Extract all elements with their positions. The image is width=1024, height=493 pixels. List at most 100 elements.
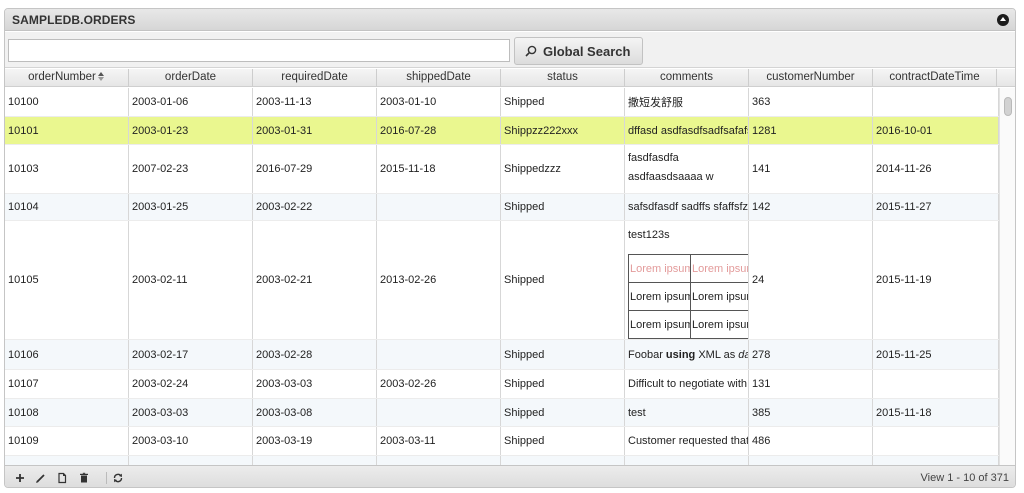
edit-icon[interactable]	[34, 471, 48, 485]
table-row[interactable]: 10108 2003-03-03 2003-03-08 Shipped test…	[5, 399, 999, 427]
global-search-button[interactable]: Global Search	[514, 37, 643, 65]
cell-comments: fasdfasdfa asdfaasdsaaaa w	[625, 145, 749, 193]
grid-titlebar: SAMPLEDB.ORDERS	[5, 9, 1015, 31]
header-label: status	[547, 71, 578, 83]
header-comments[interactable]: comments	[625, 69, 749, 87]
header-ordernumber[interactable]: orderNumber	[5, 69, 129, 87]
cell-requireddate: 2003-03-03	[253, 370, 377, 398]
table-row[interactable]: 10103 2007-02-23 2016-07-29 2015-11-18 S…	[5, 145, 999, 194]
cell-status: Shipped	[501, 194, 625, 220]
cell-orderdate: 2003-01-06	[129, 88, 253, 116]
cell-shippeddate: 2013-02-26	[377, 221, 501, 339]
search-input[interactable]	[8, 39, 510, 62]
collapse-icon[interactable]	[997, 14, 1009, 26]
add-icon[interactable]	[13, 471, 27, 485]
comment-italic-text: data	[738, 348, 748, 361]
cell-ordernumber: 10105	[5, 221, 129, 339]
table-row[interactable]: 10101 2003-01-23 2003-01-31 2016-07-28 S…	[5, 117, 999, 145]
refresh-icon[interactable]	[111, 471, 125, 485]
header-contractdatetime[interactable]: contractDateTime	[873, 69, 997, 87]
vertical-scrollbar[interactable]	[999, 88, 1015, 465]
grid-title: SAMPLEDB.ORDERS	[12, 13, 136, 27]
cell-comments: Foobar using XML as data	[625, 340, 749, 369]
header-orderdate[interactable]: orderDate	[129, 69, 253, 87]
cell-status: Shippzz222xxx	[501, 117, 625, 144]
comment-text: XML as	[695, 348, 739, 361]
comment-bold-text: using	[665, 348, 696, 361]
cell-ordernumber: 10108	[5, 399, 129, 426]
cell-requireddate: 2003-03-08	[253, 399, 377, 426]
comment-table-cell: Lorem ipsum	[628, 310, 691, 339]
cell-shippeddate: 2003-03-30	[377, 456, 501, 465]
cell-customernumber: 278	[749, 340, 873, 369]
cell-requireddate: 2003-02-21	[253, 221, 377, 339]
cell-status: Shipped	[501, 88, 625, 116]
cell-comments: dffasd asdfasdfsadfsafafsf	[625, 117, 749, 144]
global-search-label: Global Search	[543, 43, 631, 59]
cell-comments: safsdfasdf sadffs sfaffsfzzz	[625, 194, 749, 220]
table-row[interactable]: 10105 2003-02-11 2003-02-21 2013-02-26 S…	[5, 221, 999, 340]
table-row[interactable]: 10104 2003-01-25 2003-02-22 Shipped safs…	[5, 194, 999, 221]
cell-orderdate: 2007-02-23	[129, 145, 253, 193]
delete-icon[interactable]	[77, 471, 91, 485]
grid-body: 10100 2003-01-06 2003-11-13 2003-01-10 S…	[5, 88, 999, 465]
header-requireddate[interactable]: requiredDate	[253, 69, 377, 87]
cell-orderdate: 2003-03-25	[129, 456, 253, 465]
cell-customernumber: 486	[749, 427, 873, 455]
cell-customernumber: 385	[749, 399, 873, 426]
header-shippeddate[interactable]: shippedDate	[377, 69, 501, 87]
comment-table-cell: Lorem ipsum	[690, 282, 748, 311]
comment-table-cell: Lorem ipsum	[690, 254, 748, 283]
search-icon	[525, 45, 537, 57]
cell-ordernumber: 10104	[5, 194, 129, 220]
cell-orderdate: 2003-01-23	[129, 117, 253, 144]
table-row[interactable]: 10109 2003-03-10 2003-03-19 2003-03-11 S…	[5, 427, 999, 456]
comment-table-cell: Lorem ipsum	[628, 254, 691, 283]
cell-contractdatetime: 2015-11-25	[873, 340, 999, 369]
sort-icon[interactable]	[97, 71, 105, 82]
comment-table: Lorem ipsum Lorem ipsum Lorem ipsum Lore…	[628, 254, 748, 339]
scrollbar-thumb[interactable]	[1004, 97, 1012, 116]
cell-shippeddate: 2003-03-11	[377, 427, 501, 455]
cell-status: Shipped	[501, 340, 625, 369]
cell-contractdatetime	[873, 370, 999, 398]
cell-ordernumber: 10100	[5, 88, 129, 116]
cell-customernumber: 129	[749, 456, 873, 465]
cell-comments: test	[625, 399, 749, 426]
cell-comments: Customer requested that FedE	[625, 427, 749, 455]
cell-status: Shipped	[501, 427, 625, 455]
header-label: contractDateTime	[889, 71, 980, 83]
cell-orderdate: 2003-02-17	[129, 340, 253, 369]
cell-orderdate: 2003-02-24	[129, 370, 253, 398]
cell-orderdate: 2003-01-25	[129, 194, 253, 220]
header-label: customerNumber	[766, 71, 855, 83]
cell-shippeddate	[377, 399, 501, 426]
header-label: orderDate	[164, 71, 217, 83]
cell-requireddate: 2003-03-19	[253, 427, 377, 455]
cell-ordernumber: 10101	[5, 117, 129, 144]
orders-grid: SAMPLEDB.ORDERS Global Search orderNumbe…	[4, 8, 1016, 488]
column-headers: orderNumber orderDate requiredDate shipp…	[5, 69, 1015, 87]
table-row[interactable]: 10100 2003-01-06 2003-11-13 2003-01-10 S…	[5, 88, 999, 117]
cell-ordernumber: 10111	[5, 456, 129, 465]
cell-status: Shipped	[501, 370, 625, 398]
cell-customernumber: 142	[749, 194, 873, 220]
header-status[interactable]: status	[501, 69, 625, 87]
comment-table-cell: Lorem ipsum	[690, 310, 748, 339]
table-row[interactable]: 10111 2003-03-25 2003-03-31 2003-03-30 S…	[5, 456, 999, 465]
header-customernumber[interactable]: customerNumber	[749, 69, 873, 87]
cell-status: Shippedzzz	[501, 145, 625, 193]
cell-requireddate: 2003-02-22	[253, 194, 377, 220]
cell-requireddate: 2016-07-29	[253, 145, 377, 193]
cell-orderdate: 2003-03-10	[129, 427, 253, 455]
cell-requireddate: 2003-01-31	[253, 117, 377, 144]
view-icon[interactable]	[55, 471, 69, 485]
cell-contractdatetime	[873, 456, 999, 465]
cell-comments: test sdfasfsdfasdfs safasdf	[625, 456, 749, 465]
cell-orderdate: 2003-02-11	[129, 221, 253, 339]
table-row[interactable]: 10106 2003-02-17 2003-02-28 Shipped Foob…	[5, 340, 999, 370]
table-row[interactable]: 10107 2003-02-24 2003-03-03 2003-02-26 S…	[5, 370, 999, 399]
header-label: comments	[659, 71, 714, 83]
cell-contractdatetime: 2015-11-27	[873, 194, 999, 220]
cell-requireddate: 2003-02-28	[253, 340, 377, 369]
